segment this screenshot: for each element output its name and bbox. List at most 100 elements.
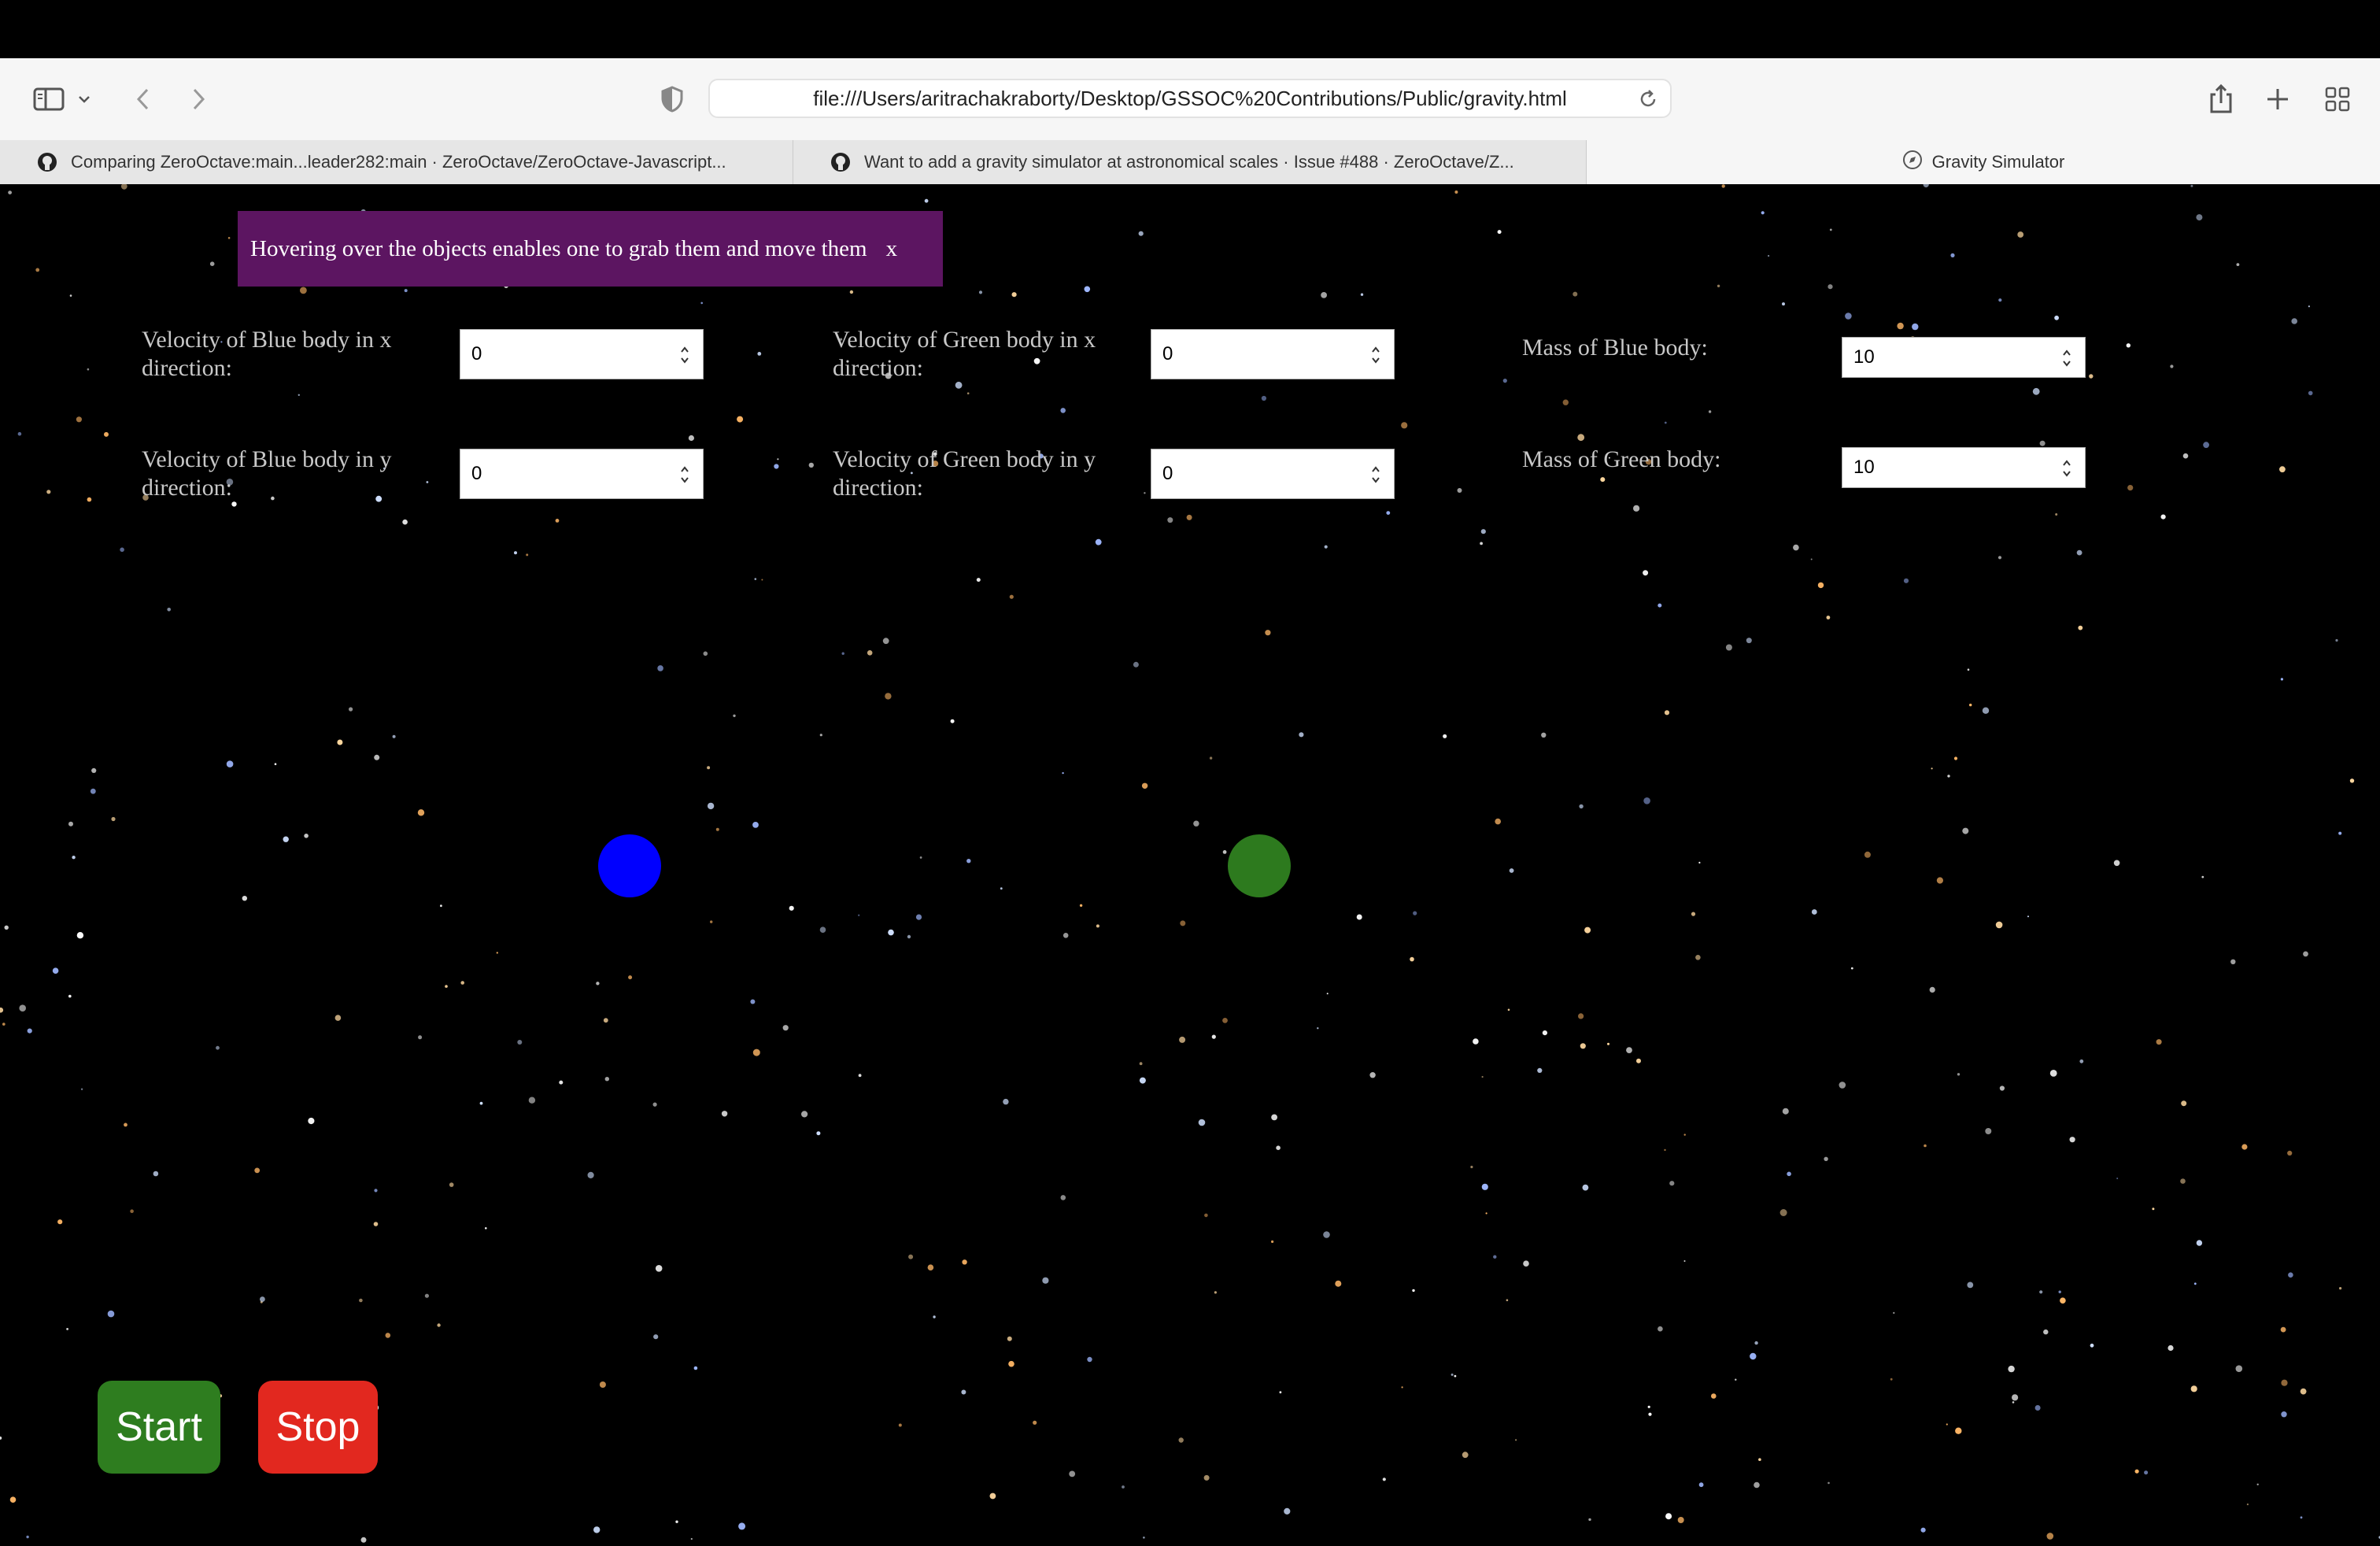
star	[2055, 513, 2058, 516]
star	[402, 519, 408, 525]
star	[750, 999, 756, 1004]
star	[2308, 305, 2310, 308]
star	[308, 1117, 315, 1125]
chevron-down-icon[interactable]	[72, 80, 96, 118]
stepper-icon[interactable]	[2061, 347, 2072, 375]
stepper-icon[interactable]	[679, 344, 690, 372]
stepper-icon[interactable]	[679, 464, 690, 491]
star	[2152, 1208, 2155, 1211]
star	[130, 1209, 134, 1213]
star	[898, 1423, 902, 1427]
green-vx-value: 0	[1162, 343, 1173, 364]
green-body[interactable]	[1228, 834, 1291, 897]
star	[2300, 1388, 2307, 1395]
tab-issue[interactable]: Want to add a gravity simulator at astro…	[793, 140, 1587, 184]
forward-icon[interactable]	[179, 80, 217, 118]
close-banner-button[interactable]: x	[886, 236, 898, 262]
start-button[interactable]: Start	[98, 1381, 220, 1474]
star	[298, 394, 300, 396]
sidebar-icon[interactable]	[30, 80, 68, 118]
address-bar[interactable]: file:///Users/aritrachakraborty/Desktop/…	[708, 79, 1672, 118]
star	[2054, 315, 2060, 320]
star	[231, 501, 237, 507]
shield-icon[interactable]	[653, 80, 691, 118]
tab-label: Comparing ZeroOctave:main...leader282:ma…	[71, 152, 726, 172]
star	[485, 1227, 487, 1230]
star	[816, 1131, 821, 1136]
stepper-icon[interactable]	[1370, 344, 1381, 372]
star	[2180, 1178, 2186, 1184]
star	[1923, 184, 1929, 188]
blue-body[interactable]	[598, 834, 661, 897]
new-tab-icon[interactable]	[2259, 80, 2297, 118]
star	[2181, 1100, 2187, 1107]
star	[908, 1254, 914, 1259]
star	[1903, 578, 1909, 583]
star	[385, 1333, 391, 1338]
tab-gravity-simulator[interactable]: Gravity Simulator	[1587, 140, 2380, 184]
star	[1495, 818, 1501, 825]
blue-vx-input[interactable]: 0	[460, 329, 704, 379]
star	[1008, 1360, 1014, 1367]
star	[919, 856, 922, 859]
star	[2012, 1394, 2019, 1401]
star	[2196, 214, 2203, 221]
star	[76, 932, 84, 939]
star	[418, 1035, 423, 1040]
star	[373, 1222, 379, 1226]
star	[2060, 1297, 2066, 1304]
stepper-icon[interactable]	[1370, 464, 1381, 491]
star	[19, 1004, 26, 1012]
green-mass-input[interactable]: 10	[1842, 447, 2086, 488]
star	[1326, 993, 1329, 995]
star	[2, 1023, 6, 1026]
star	[417, 809, 425, 816]
tab-compare[interactable]: Comparing ZeroOctave:main...leader282:ma…	[0, 140, 793, 184]
star	[693, 1366, 698, 1370]
star	[1967, 1282, 1974, 1289]
star	[80, 1088, 83, 1090]
info-banner-text: Hovering over the objects enables one to…	[250, 235, 867, 261]
reload-icon[interactable]	[1637, 88, 1659, 116]
star	[1787, 1171, 1791, 1177]
stop-button[interactable]: Stop	[258, 1381, 378, 1474]
star	[2043, 1329, 2049, 1335]
star	[559, 1080, 564, 1085]
star	[1982, 707, 1990, 714]
star	[1276, 1145, 1281, 1150]
star	[1725, 644, 1732, 651]
blue-mass-input[interactable]: 10	[1842, 337, 2086, 378]
star	[1096, 924, 1099, 928]
star	[1683, 1260, 1686, 1262]
star	[87, 497, 92, 502]
star	[1179, 1036, 1186, 1043]
share-icon[interactable]	[2202, 80, 2240, 118]
green-vx-input[interactable]: 0	[1151, 329, 1395, 379]
stepper-icon[interactable]	[2061, 457, 2072, 485]
star	[8, 190, 13, 194]
github-icon	[36, 151, 58, 178]
star	[1985, 1128, 1992, 1134]
star	[1451, 1373, 1454, 1376]
star	[1497, 230, 1502, 235]
star	[349, 707, 353, 712]
star	[2281, 1411, 2287, 1418]
star	[1211, 1034, 1216, 1039]
star	[1222, 850, 1227, 854]
blue-vy-input[interactable]: 0	[460, 449, 704, 499]
star	[555, 519, 560, 523]
tab-overview-icon[interactable]	[2319, 80, 2356, 118]
green-vy-input[interactable]: 0	[1151, 449, 1395, 499]
star	[1643, 570, 1649, 576]
star	[2230, 959, 2236, 964]
back-icon[interactable]	[124, 80, 162, 118]
browser-toolbar: file:///Users/aritrachakraborty/Desktop/…	[0, 58, 2380, 141]
star	[1178, 1437, 1184, 1443]
star	[1542, 1030, 1547, 1036]
star	[1828, 1481, 1830, 1485]
star	[858, 914, 860, 916]
star	[819, 734, 822, 737]
star	[628, 975, 633, 980]
star	[460, 981, 464, 985]
blue-vx-label: Velocity of Blue body in x direction:	[142, 327, 392, 381]
